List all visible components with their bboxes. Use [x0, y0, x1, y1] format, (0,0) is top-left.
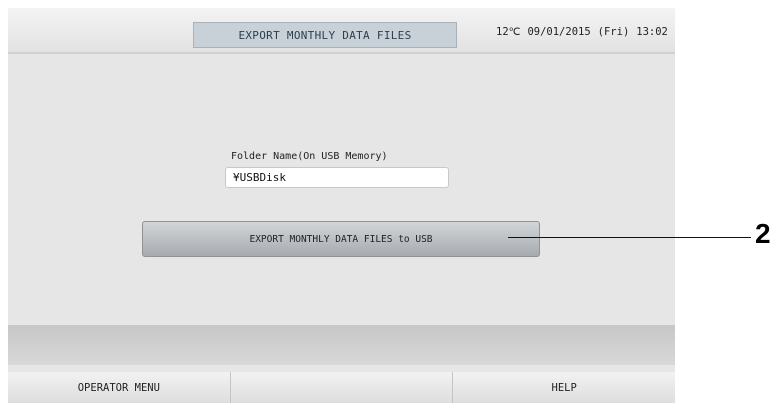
- folder-name-label: Folder Name(On USB Memory): [231, 151, 388, 162]
- date: 09/01/2015: [527, 26, 591, 38]
- footer-nav: OPERATOR MENU HELP: [8, 372, 675, 403]
- operator-menu-button[interactable]: OPERATOR MENU: [8, 372, 231, 403]
- screen-title: EXPORT MONTHLY DATA FILES: [193, 22, 457, 48]
- main-content: Folder Name(On USB Memory) ¥USBDisk EXPO…: [8, 54, 675, 324]
- folder-name-input[interactable]: ¥USBDisk: [225, 167, 449, 188]
- separator-bar: [8, 325, 675, 365]
- callout-line: [508, 237, 751, 238]
- export-to-usb-button[interactable]: EXPORT MONTHLY DATA FILES to USB: [142, 221, 540, 257]
- footer-blank-button[interactable]: [231, 372, 454, 403]
- touch-screen: EXPORT MONTHLY DATA FILES 12℃ 09/01/2015 (…: [8, 8, 675, 403]
- help-button[interactable]: HELP: [453, 372, 675, 403]
- day-of-week: (Fri): [597, 26, 630, 38]
- header-bar: EXPORT MONTHLY DATA FILES 12℃ 09/01/2015 (…: [8, 8, 675, 54]
- temperature: 12℃: [496, 26, 521, 38]
- clock: 13:02: [636, 26, 668, 38]
- callout-number: 2: [755, 218, 771, 249]
- status-display: 12℃ 09/01/2015 (Fri) 13:02: [496, 26, 672, 38]
